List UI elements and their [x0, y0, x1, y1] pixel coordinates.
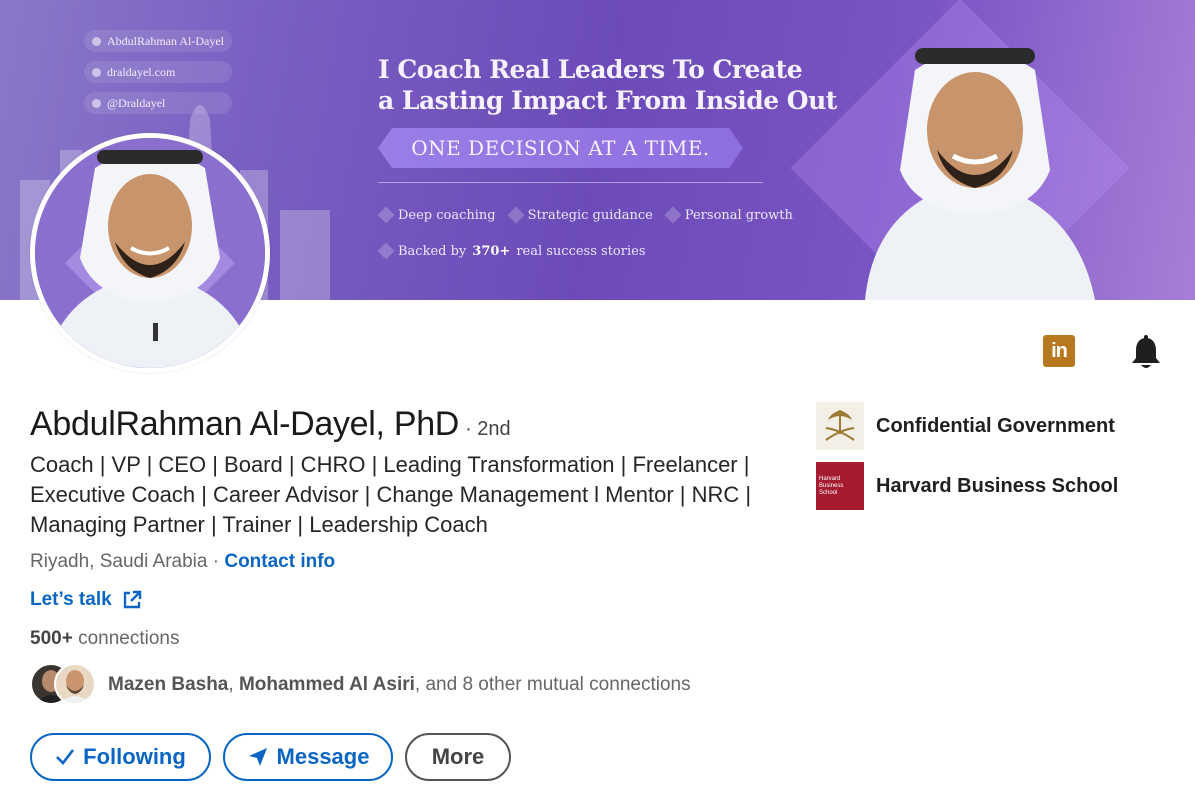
banner-tag-label: Personal growth — [684, 207, 793, 223]
following-button[interactable]: Following — [30, 733, 211, 781]
harvard-shield-icon: Harvard Business School — [816, 462, 864, 510]
x-logo-icon — [92, 98, 101, 108]
diamond-icon — [377, 242, 395, 260]
avatar — [54, 663, 96, 705]
banner-headline: I Coach Real Leaders To Create a Lasting… — [378, 54, 838, 116]
hbs-logo-text: Harvard Business School — [819, 475, 844, 496]
mutual-avatars — [30, 663, 96, 707]
mutual-connections[interactable]: Mazen Basha, Mohammed Al Asiri, and 8 ot… — [30, 663, 691, 707]
checkmark-icon — [56, 749, 75, 765]
saudi-emblem-icon — [816, 402, 864, 450]
connections-number: 500+ — [30, 628, 73, 649]
location: Riyadh, Saudi Arabia — [30, 551, 208, 572]
mutual-connections-text: Mazen Basha, Mohammed Al Asiri, and 8 ot… — [108, 674, 691, 696]
mutual-comma: , — [228, 674, 239, 695]
education-organization[interactable]: Harvard Business School Harvard Business… — [816, 462, 1118, 510]
contact-info-link[interactable]: Contact info — [224, 551, 335, 572]
bell-icon[interactable] — [1129, 335, 1163, 371]
diamond-icon — [507, 206, 525, 224]
connection-degree: · 2nd — [465, 418, 511, 440]
globe-icon — [92, 67, 101, 77]
external-link-icon — [123, 590, 141, 609]
organization-name: Confidential Government — [876, 414, 1115, 437]
diamond-icon — [664, 206, 682, 224]
profile-photo[interactable] — [30, 133, 270, 373]
mutual-rest: , and 8 other mutual connections — [414, 674, 691, 695]
banner-name: AbdulRahman Al-Dayel — [107, 33, 224, 48]
banner-website-row: draldayel.com — [84, 61, 232, 83]
lets-talk-link[interactable]: Let’s talk — [30, 589, 142, 611]
current-organization[interactable]: Confidential Government — [816, 402, 1115, 450]
banner-portrait — [865, 48, 1095, 300]
profile-photo-image — [35, 138, 265, 368]
banner-name-row: AbdulRahman Al-Dayel — [84, 30, 232, 52]
profile-headline: Coach | VP | CEO | Board | CHRO | Leadin… — [30, 452, 752, 537]
more-label: More — [431, 744, 485, 769]
organization-name: Harvard Business School — [876, 474, 1119, 497]
banner-headline-line-2: a Lasting Impact From Inside Out — [378, 86, 837, 115]
banner-handle: @Draldayel — [107, 95, 166, 110]
lets-talk-label: Let’s talk — [30, 589, 112, 610]
location-separator: · — [212, 551, 220, 572]
connections-label: connections — [78, 628, 180, 649]
mutual-name: Mazen Basha — [108, 674, 229, 695]
banner-pill: ONE DECISION AT A TIME. — [378, 128, 743, 168]
backed-prefix: Backed by — [398, 243, 467, 259]
mutual-name: Mohammed Al Asiri — [238, 674, 415, 695]
banner-tag-label: Strategic guidance — [527, 207, 653, 223]
banner-tag: Strategic guidance — [507, 202, 653, 228]
connections-count[interactable]: 500+ connections — [30, 628, 179, 650]
message-button[interactable]: Message — [223, 733, 393, 781]
banner-divider — [378, 182, 763, 183]
banner-tag: Personal growth — [664, 202, 793, 228]
profile-name-row: AbdulRahman Al-Dayel, PhD · 2nd — [30, 405, 511, 444]
message-label: Message — [276, 744, 370, 769]
banner-tag-label: Deep coaching — [398, 207, 496, 223]
user-icon — [92, 36, 101, 46]
backed-suffix: real success stories — [516, 243, 646, 259]
banner-tag: Deep coaching — [377, 202, 496, 228]
location-row: Riyadh, Saudi Arabia · Contact info — [30, 551, 335, 573]
banner-backed-by: Backed by 370+ real success stories — [377, 238, 646, 264]
banner-handle-row: @Draldayel — [84, 92, 232, 114]
linkedin-icon[interactable]: in — [1043, 335, 1075, 367]
more-button[interactable]: More — [405, 733, 511, 781]
profile-name: AbdulRahman Al-Dayel, PhD — [30, 405, 460, 443]
banner-headline-line-1: I Coach Real Leaders To Create — [378, 55, 803, 84]
banner-website: draldayel.com — [107, 64, 176, 79]
send-icon — [248, 748, 267, 766]
diamond-icon — [377, 206, 395, 224]
backed-number: 370+ — [472, 243, 511, 259]
following-label: Following — [83, 744, 186, 769]
banner-tags: Deep coaching Strategic guidance Persona… — [377, 202, 793, 228]
banner-social-list: AbdulRahman Al-Dayel draldayel.com @Dral… — [84, 30, 232, 123]
